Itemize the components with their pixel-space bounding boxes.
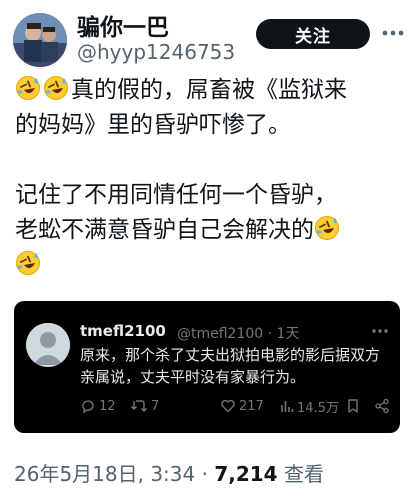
rolling-laughing-emoji-icon xyxy=(16,76,40,100)
reply-icon xyxy=(82,400,94,414)
reply-action[interactable]: 12 xyxy=(80,395,116,417)
quoted-more-icon[interactable] xyxy=(370,323,390,339)
bookmark-icon xyxy=(348,399,358,413)
views-count: 14.5万 xyxy=(297,400,339,416)
post-timestamp-views: 26年5月18日, 3:34 · 7,214 查看 xyxy=(14,458,324,487)
like-count: 217 xyxy=(239,398,264,414)
tweet-detail: 骗你一巴 @hyyp1246753 关注 真的假的，屌畜被《监狱来 的妈妈》里的… xyxy=(0,0,412,500)
post-line-3: 记住了不用同情任何一个昏驴， xyxy=(15,182,337,208)
post-line-4: 老蚣不满意昏驴自己会解决的 xyxy=(15,213,400,248)
quoted-tweet-text: 原来，那个杀了丈夫出狱拍电影的影后据双方亲属说，丈夫平时没有家暴行为。 xyxy=(80,346,381,386)
views-action[interactable]: 14.5万 xyxy=(280,395,339,417)
quoted-author-meta[interactable]: @tmefl2100 · 1天 xyxy=(177,323,299,343)
views-bar-chart-icon xyxy=(281,401,294,412)
quoted-tweet-card[interactable]: tmefl2100 @tmefl2100 · 1天 原来，那个杀了丈夫出狱拍电影… xyxy=(14,301,400,433)
author-display-name[interactable]: 骗你一巴 xyxy=(77,8,169,42)
post-text: 真的假的，屌畜被《监狱来 的妈妈》里的昏驴吓惨了。 记住了不用同情任何一个昏驴，… xyxy=(15,73,400,283)
follow-button[interactable]: 关注 xyxy=(256,19,370,49)
post-view-label: 查看 xyxy=(277,462,324,486)
post-line-1: 真的假的，屌畜被《监狱来 xyxy=(15,73,400,108)
quoted-author-avatar[interactable] xyxy=(26,323,70,367)
author-handle[interactable]: @hyyp1246753 xyxy=(77,40,235,64)
rolling-laughing-emoji-icon xyxy=(16,251,40,275)
rolling-laughing-emoji-icon xyxy=(315,216,339,240)
rolling-laughing-emoji-icon xyxy=(44,76,68,100)
quoted-author-name[interactable]: tmefl2100 xyxy=(80,322,166,340)
reply-count: 12 xyxy=(99,398,116,414)
post-line-4-text: 老蚣不满意昏驴自己会解决的 xyxy=(15,217,314,243)
post-date: 26年5月18日, 3:34 · xyxy=(14,462,215,486)
retweet-action[interactable]: 7 xyxy=(130,395,159,417)
default-avatar-icon xyxy=(26,323,70,367)
bookmark-action[interactable] xyxy=(346,395,360,417)
share-action[interactable] xyxy=(374,395,390,417)
quoted-action-bar: 12 7 217 14.5万 xyxy=(80,395,392,417)
like-action[interactable]: 217 xyxy=(220,395,264,417)
post-line-5 xyxy=(15,248,400,283)
post-view-count[interactable]: 7,214 xyxy=(214,462,277,486)
author-avatar[interactable] xyxy=(13,13,67,67)
retweet-count: 7 xyxy=(151,398,160,414)
avatar-image xyxy=(13,13,67,67)
share-icon xyxy=(375,398,389,414)
retweet-icon xyxy=(131,400,147,412)
post-line-2: 的妈妈》里的昏驴吓惨了。 xyxy=(15,112,291,138)
more-options-icon[interactable] xyxy=(380,20,406,46)
post-line-1-text: 真的假的，屌畜被《监狱来 xyxy=(71,77,347,103)
heart-icon xyxy=(221,399,235,413)
